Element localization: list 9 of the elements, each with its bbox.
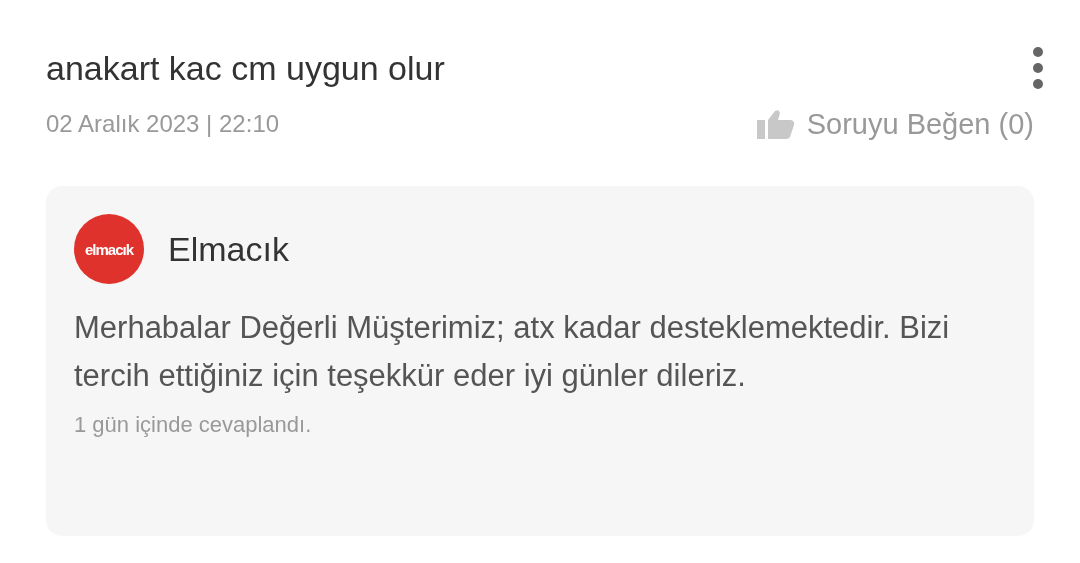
question-title: anakart kac cm uygun olur <box>46 48 445 89</box>
seller-logo: elmacık <box>74 214 144 284</box>
answer-text: Merhabalar Değerli Müşterimiz; atx kadar desteklemektedir. Bizi tercih ettiğiniz için teşekkür eder iyi günler dileriz. <box>74 309 951 395</box>
more-options-icon[interactable] <box>1032 46 1044 90</box>
like-button[interactable]: Soruyu Beğen (0) <box>756 107 1034 141</box>
seller-name: Elmacık <box>168 229 289 269</box>
answer-time: 1 gün içinde cevaplandı. <box>74 412 313 438</box>
question-date: 02 Aralık 2023 | 22:10 <box>46 110 280 138</box>
thumbs-up-icon <box>756 109 795 139</box>
